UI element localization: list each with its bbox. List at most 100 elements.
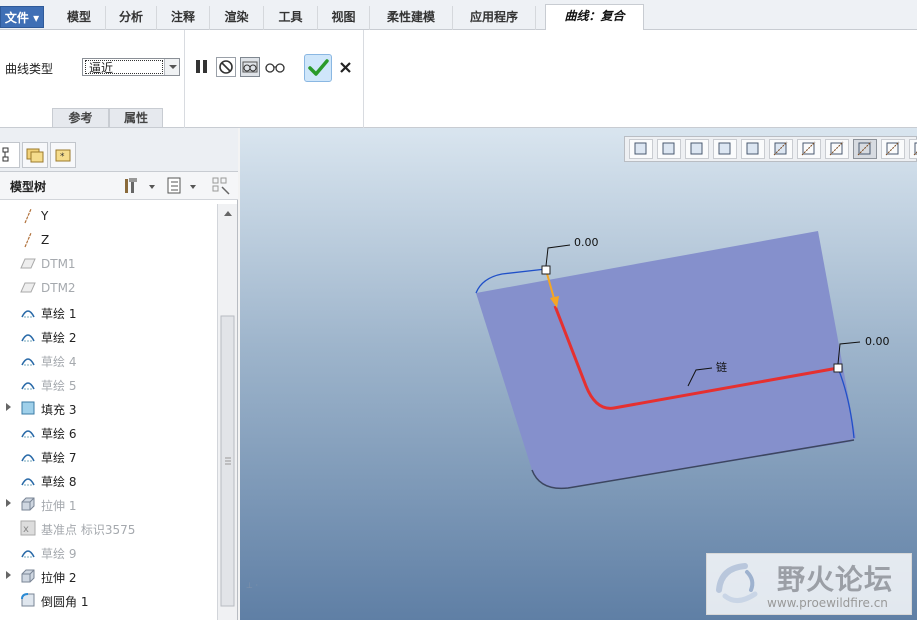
tree-item-label: 草绘 2: [41, 331, 77, 345]
pause-icon: [196, 60, 207, 73]
datum-plane-icon: [20, 280, 36, 296]
tree-item[interactable]: DTM2: [0, 276, 217, 300]
tree-item-label: 草绘 1: [41, 307, 77, 321]
tree-item-label: 填充 3: [41, 403, 77, 417]
sketch-icon: [20, 304, 36, 320]
tree-item[interactable]: 草绘 4: [0, 348, 217, 372]
tree-item-label: DTM2: [41, 281, 76, 295]
glasses-icon: [265, 63, 285, 73]
fill-icon: [20, 400, 36, 416]
file-menu-label: 文件: [4, 11, 29, 25]
tree-item[interactable]: 草绘 1: [0, 300, 217, 324]
tree-item[interactable]: 拉伸 1: [0, 492, 217, 516]
expand-arrow-icon[interactable]: [6, 499, 11, 507]
coordinate-system-icon: ⊥ ·: [246, 581, 258, 590]
folder-icon: [26, 148, 44, 163]
tab-folder-browser[interactable]: [22, 142, 48, 168]
subtab-references[interactable]: 参考: [52, 108, 109, 128]
no-preview-button[interactable]: [216, 57, 236, 77]
ok-button[interactable]: [304, 54, 332, 82]
subtab-properties[interactable]: 属性: [109, 108, 163, 128]
close-icon: [340, 62, 351, 73]
tree-settings-button[interactable]: [123, 176, 159, 196]
tree-item-label: 草绘 5: [41, 379, 77, 393]
model-tree-header: 模型树: [0, 172, 238, 200]
watermark-url: www.proewildfire.cn: [767, 596, 888, 610]
tree-item-label: 拉伸 2: [41, 571, 77, 585]
tab-model[interactable]: 模型: [53, 6, 106, 30]
cancel-button[interactable]: [337, 58, 357, 78]
tree-item[interactable]: 拉伸 2: [0, 564, 217, 588]
tab-render[interactable]: 渲染: [210, 6, 264, 30]
tab-applications[interactable]: 应用程序: [453, 6, 536, 30]
tree-item[interactable]: Z: [0, 228, 217, 252]
tab-annotate[interactable]: 注释: [157, 6, 210, 30]
list-icon: [167, 177, 196, 194]
datum-point-icon: x: [20, 520, 36, 536]
sketch-icon: [20, 448, 36, 464]
end-dimension[interactable]: 0.00: [865, 335, 890, 348]
file-menu-button[interactable]: 文件 ▾: [0, 6, 44, 28]
tree-item[interactable]: 草绘 2: [0, 324, 217, 348]
chevron-down-icon[interactable]: [164, 59, 179, 75]
coordinate-readout: ⊥ ·: [246, 580, 286, 593]
tree-item[interactable]: DTM1: [0, 252, 217, 276]
ribbon-divider: [184, 30, 185, 128]
expand-arrow-icon[interactable]: [6, 403, 11, 411]
tab-tools[interactable]: 工具: [264, 6, 318, 30]
tree-item[interactable]: 草绘 7: [0, 444, 217, 468]
show-options-button[interactable]: [166, 176, 202, 196]
tab-favorites[interactable]: *: [50, 142, 76, 168]
model-tree: Y Z DTM1 DTM2 草绘 1 草绘 2 草绘 4 草绘 5 填充 3 草绘 6 草绘 7 草绘…: [0, 204, 217, 620]
tab-model-tree[interactable]: [0, 142, 20, 168]
model-geometry[interactable]: 0.00 0.00 链: [240, 128, 917, 620]
start-leader: [545, 244, 571, 267]
tree-item-label: 基准点 标识3575: [41, 523, 136, 537]
preview-button[interactable]: [240, 57, 260, 77]
tree-item[interactable]: 草绘 9: [0, 540, 217, 564]
tree-filter-button[interactable]: [210, 176, 234, 196]
curve-type-value: 逼近: [85, 60, 163, 75]
axis-icon: [20, 232, 36, 248]
tree-item[interactable]: Y: [0, 204, 217, 228]
sketch-icon: [20, 328, 36, 344]
no-symbol-icon: [219, 60, 233, 74]
tree-item[interactable]: 倒圆角 1: [0, 588, 217, 612]
tree-item[interactable]: 草绘 6: [0, 420, 217, 444]
tree-item-label: 草绘 6: [41, 427, 77, 441]
curve-type-select[interactable]: 逼近: [82, 58, 180, 76]
favorites-icon: *: [55, 149, 71, 162]
tree-item-label: 草绘 7: [41, 451, 77, 465]
tree-item[interactable]: 草绘 5: [0, 372, 217, 396]
svg-text:⊥ ·: ⊥ ·: [246, 581, 258, 590]
end-handle[interactable]: [833, 363, 843, 373]
tree-item[interactable]: 草绘 8: [0, 468, 217, 492]
axis-icon: [20, 208, 36, 224]
round-icon: [20, 592, 36, 608]
tree-scrollbar[interactable]: [217, 204, 237, 620]
pause-button[interactable]: [192, 57, 212, 77]
tree-item[interactable]: 填充 3: [0, 396, 217, 420]
datum-plane-icon: [20, 256, 36, 272]
tree-item-label: 倒圆角 1: [41, 595, 89, 609]
expand-arrow-icon[interactable]: [6, 571, 11, 579]
preview-icon: [242, 61, 258, 73]
tools-icon: [125, 178, 155, 193]
verify-button[interactable]: [264, 57, 285, 77]
tab-composite-curve[interactable]: 曲线：复合: [545, 4, 644, 31]
sketch-icon: [20, 544, 36, 560]
tab-analysis[interactable]: 分析: [106, 6, 157, 30]
graphics-viewport[interactable]: 0.00 0.00 链 ⊥ · 野火论坛 www.proewildfire.cn: [240, 128, 917, 620]
start-handle[interactable]: [541, 265, 551, 275]
start-dimension[interactable]: 0.00: [574, 236, 599, 249]
sketch-icon: [20, 376, 36, 392]
curve-type-label: 曲线类型: [5, 62, 54, 76]
watermark-logo-icon: [716, 563, 758, 603]
tab-flexible-modeling[interactable]: 柔性建模: [370, 6, 453, 30]
tree-item[interactable]: x 基准点 标识3575: [0, 516, 217, 540]
sketch-icon: [20, 424, 36, 440]
tree-item-label: 草绘 9: [41, 547, 77, 561]
tab-view[interactable]: 视图: [318, 6, 370, 30]
chain-label: 链: [716, 360, 727, 374]
checkmark-icon: [308, 59, 329, 76]
